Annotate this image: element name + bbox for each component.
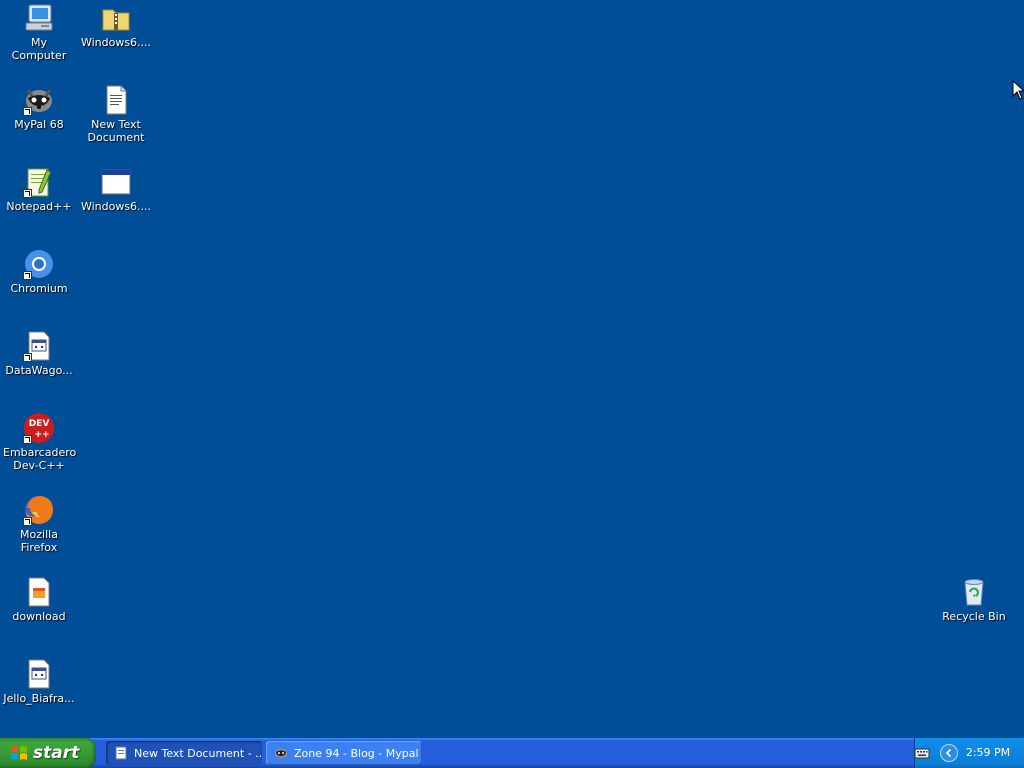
desktop-icon-label: New Text Document — [87, 118, 145, 144]
desktop-icon-label: Jello_Biafra... — [3, 692, 75, 705]
taskbar-button-label: Zone 94 - Blog - Mypal — [294, 746, 419, 760]
desktop-icon-label: Chromium — [10, 282, 68, 295]
desktop-icon-label: Mozilla Firefox — [20, 528, 58, 554]
mypal-icon — [23, 84, 55, 116]
shortcut-arrow-icon — [23, 189, 32, 198]
desktop-icon-devcpp[interactable]: DEV ++ Embarcadero Dev-C++ — [1, 412, 77, 472]
shortcut-arrow-icon — [23, 435, 32, 444]
desktop-icon-jello-biafra[interactable]: Jello_Biafra... — [1, 658, 77, 705]
zip-folder-icon — [100, 2, 132, 34]
start-label: start — [33, 743, 80, 763]
desktop-icon-firefox[interactable]: Mozilla Firefox — [1, 494, 77, 554]
desktop-icon-new-text-document[interactable]: New Text Document — [78, 84, 154, 144]
start-button[interactable]: start — [0, 738, 96, 768]
notepadpp-icon — [23, 166, 55, 198]
desktop-icon-label: My Computer — [11, 36, 67, 62]
desktop-icon-datawagon[interactable]: DataWago... — [1, 330, 77, 377]
desktop-icon-recycle-bin[interactable]: Recycle Bin — [936, 576, 1012, 623]
tray-chevron-icon[interactable] — [940, 744, 958, 762]
my-computer-icon — [23, 2, 55, 34]
taskbar-button-mypal[interactable]: Zone 94 - Blog - Mypal — [266, 741, 422, 765]
taskbar-button-notepad[interactable]: New Text Document - ... — [106, 741, 262, 765]
shortcut-arrow-icon — [23, 271, 32, 280]
jello-file-icon — [23, 658, 55, 690]
window-app-icon — [100, 166, 132, 198]
chevron-left-icon — [945, 748, 952, 758]
chromium-icon — [23, 248, 55, 280]
text-document-icon — [100, 84, 132, 116]
notepad-icon — [115, 746, 127, 760]
desktop-icon-label: Windows6.... — [80, 200, 152, 213]
svg-text:DEV: DEV — [29, 419, 50, 429]
taskbar-button-label: New Text Document - ... — [134, 746, 262, 760]
desktop-icon-label: MyPal 68 — [14, 118, 64, 131]
shortcut-arrow-icon — [23, 107, 32, 116]
devcpp-icon: DEV ++ — [23, 412, 55, 444]
desktop: My Computer Windows6.... MyPal 68 New Te… — [0, 0, 1024, 738]
desktop-icon-label: Windows6.... — [80, 36, 152, 49]
desktop-icon-label: Recycle Bin — [942, 610, 1006, 623]
desktop-icon-label: DataWago... — [5, 364, 73, 377]
desktop-icon-label: Notepad++ — [6, 200, 72, 213]
taskbar: start New Text Document - ... Zone 94 - … — [0, 738, 1024, 768]
desktop-icon-windows6-app[interactable]: Windows6.... — [78, 166, 154, 213]
download-file-icon — [23, 576, 55, 608]
shortcut-arrow-icon — [23, 353, 32, 362]
desktop-icon-label: Embarcadero Dev-C++ — [3, 446, 77, 472]
windows-flag-icon — [11, 746, 27, 760]
firefox-icon — [23, 494, 55, 526]
desktop-icon-windows6-zip[interactable]: Windows6.... — [78, 2, 154, 49]
desktop-icon-notepadpp[interactable]: Notepad++ — [1, 166, 77, 213]
desktop-icon-my-computer[interactable]: My Computer — [1, 2, 77, 62]
tray-clock[interactable]: 2:59 PM — [960, 746, 1016, 760]
keyboard-icon[interactable] — [914, 746, 930, 760]
desktop-icon-mypal[interactable]: MyPal 68 — [1, 84, 77, 131]
desktop-icon-chromium[interactable]: Chromium — [1, 248, 77, 295]
mypal-icon — [275, 748, 287, 759]
datawagon-icon — [23, 330, 55, 362]
shortcut-arrow-icon — [23, 517, 32, 526]
desktop-icon-download[interactable]: download — [1, 576, 77, 623]
mouse-cursor-icon — [1012, 80, 1024, 100]
desktop-icon-label: download — [12, 610, 66, 623]
recycle-bin-icon — [958, 576, 990, 608]
svg-text:++: ++ — [34, 430, 49, 440]
